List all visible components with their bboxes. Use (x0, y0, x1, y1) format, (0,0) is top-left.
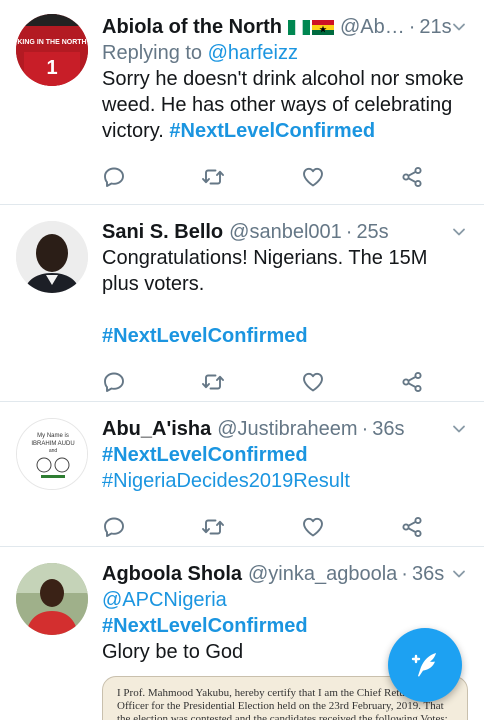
chevron-down-icon[interactable] (452, 567, 466, 581)
tweet-card[interactable]: My Name is IBRAHIM AUDU and Abu_A'isha @… (0, 402, 484, 547)
share-icon[interactable] (400, 370, 424, 394)
hashtag-link[interactable]: #NigeriaDecides2019Result (102, 470, 350, 492)
user-handle[interactable]: @Ab… (340, 14, 405, 40)
timestamp[interactable]: 36s (372, 416, 404, 442)
ghana-flag-icon (311, 19, 334, 35)
separator: · (361, 418, 369, 440)
retweet-icon[interactable] (201, 165, 225, 189)
mention-link[interactable]: @APCNigeria (102, 589, 227, 611)
tweet-header: Abiola of the North @Ab… · 21s (102, 14, 466, 40)
chevron-down-icon[interactable] (452, 225, 466, 239)
avatar[interactable]: KING IN THE NORTH 1 (16, 14, 88, 86)
reply-icon[interactable] (102, 515, 126, 539)
nigeria-flag-icon (287, 19, 310, 35)
tweet-header: Agboola Shola @yinka_agboola · 36s (102, 561, 466, 587)
tweet-card[interactable]: Sani S. Bello @sanbel001 · 25s Congratul… (0, 205, 484, 402)
user-handle[interactable]: @Justibraheem (217, 416, 357, 442)
avatar[interactable] (16, 221, 88, 293)
reply-context: Replying to @harfeizz (102, 40, 466, 66)
reply-icon[interactable] (102, 165, 126, 189)
user-handle[interactable]: @yinka_agboola (248, 561, 397, 587)
replying-to-label: Replying to (102, 42, 203, 64)
compose-icon (411, 653, 436, 677)
chevron-down-icon[interactable] (452, 20, 466, 34)
display-name[interactable]: Sani S. Bello (102, 219, 223, 245)
hashtag-link[interactable]: #NextLevelConfirmed (102, 444, 308, 466)
display-name[interactable]: Agboola Shola (102, 561, 242, 587)
reply-mention-link[interactable]: @harfeizz (208, 42, 298, 64)
chevron-down-icon[interactable] (452, 422, 466, 436)
retweet-icon[interactable] (201, 515, 225, 539)
avatar[interactable] (16, 563, 88, 635)
heart-icon[interactable] (301, 165, 325, 189)
display-name[interactable]: Abu_A'isha (102, 416, 211, 442)
tweet-text: Congratulations! Nigerians. The 15M plus… (102, 247, 428, 295)
avatar-text: KING IN THE NORTH (17, 39, 86, 46)
media-preview-text: I Prof. Mahmood Yakubu, hereby certify t… (117, 687, 448, 720)
tweet-header: Sani S. Bello @sanbel001 · 25s (102, 219, 466, 245)
tweet-text: Sorry he doesn't drink alcohol nor smoke… (102, 66, 466, 144)
timestamp[interactable]: 21s (419, 14, 451, 40)
tweet-actions (102, 357, 424, 407)
share-icon[interactable] (400, 165, 424, 189)
separator: · (401, 563, 408, 585)
avatar-caption: My Name is (37, 433, 69, 439)
tweet-header: Abu_A'isha @Justibraheem · 36s (102, 416, 466, 442)
avatar-number: 1 (46, 57, 57, 79)
tweet-actions (102, 502, 424, 552)
avatar[interactable]: My Name is IBRAHIM AUDU and (16, 418, 88, 490)
separator: · (345, 221, 353, 243)
compose-tweet-button[interactable] (388, 628, 462, 702)
heart-icon[interactable] (301, 515, 325, 539)
tweet-hashtags: #NextLevelConfirmed (102, 323, 466, 349)
avatar-caption: IBRAHIM AUDU (31, 441, 74, 447)
heart-icon[interactable] (301, 370, 325, 394)
tweet-hashtags: #NextLevelConfirmed #NigeriaDecides2019R… (102, 442, 466, 494)
separator: · (408, 16, 416, 38)
timestamp[interactable]: 25s (356, 219, 388, 245)
display-name[interactable]: Abiola of the North (102, 14, 282, 40)
retweet-icon[interactable] (201, 370, 225, 394)
avatar-caption: and (49, 448, 58, 454)
flag-emojis (287, 19, 334, 35)
reply-icon[interactable] (102, 370, 126, 394)
tweet-actions (102, 152, 424, 202)
tweet-card[interactable]: KING IN THE NORTH 1 Abiola of the North … (0, 0, 484, 205)
timestamp[interactable]: 36s (412, 561, 444, 587)
hashtag-link[interactable]: #NextLevelConfirmed (102, 615, 308, 637)
hashtag-link[interactable]: #NextLevelConfirmed (169, 120, 375, 142)
user-handle[interactable]: @sanbel001 (229, 219, 342, 245)
hashtag-link[interactable]: #NextLevelConfirmed (102, 325, 308, 347)
share-icon[interactable] (400, 515, 424, 539)
